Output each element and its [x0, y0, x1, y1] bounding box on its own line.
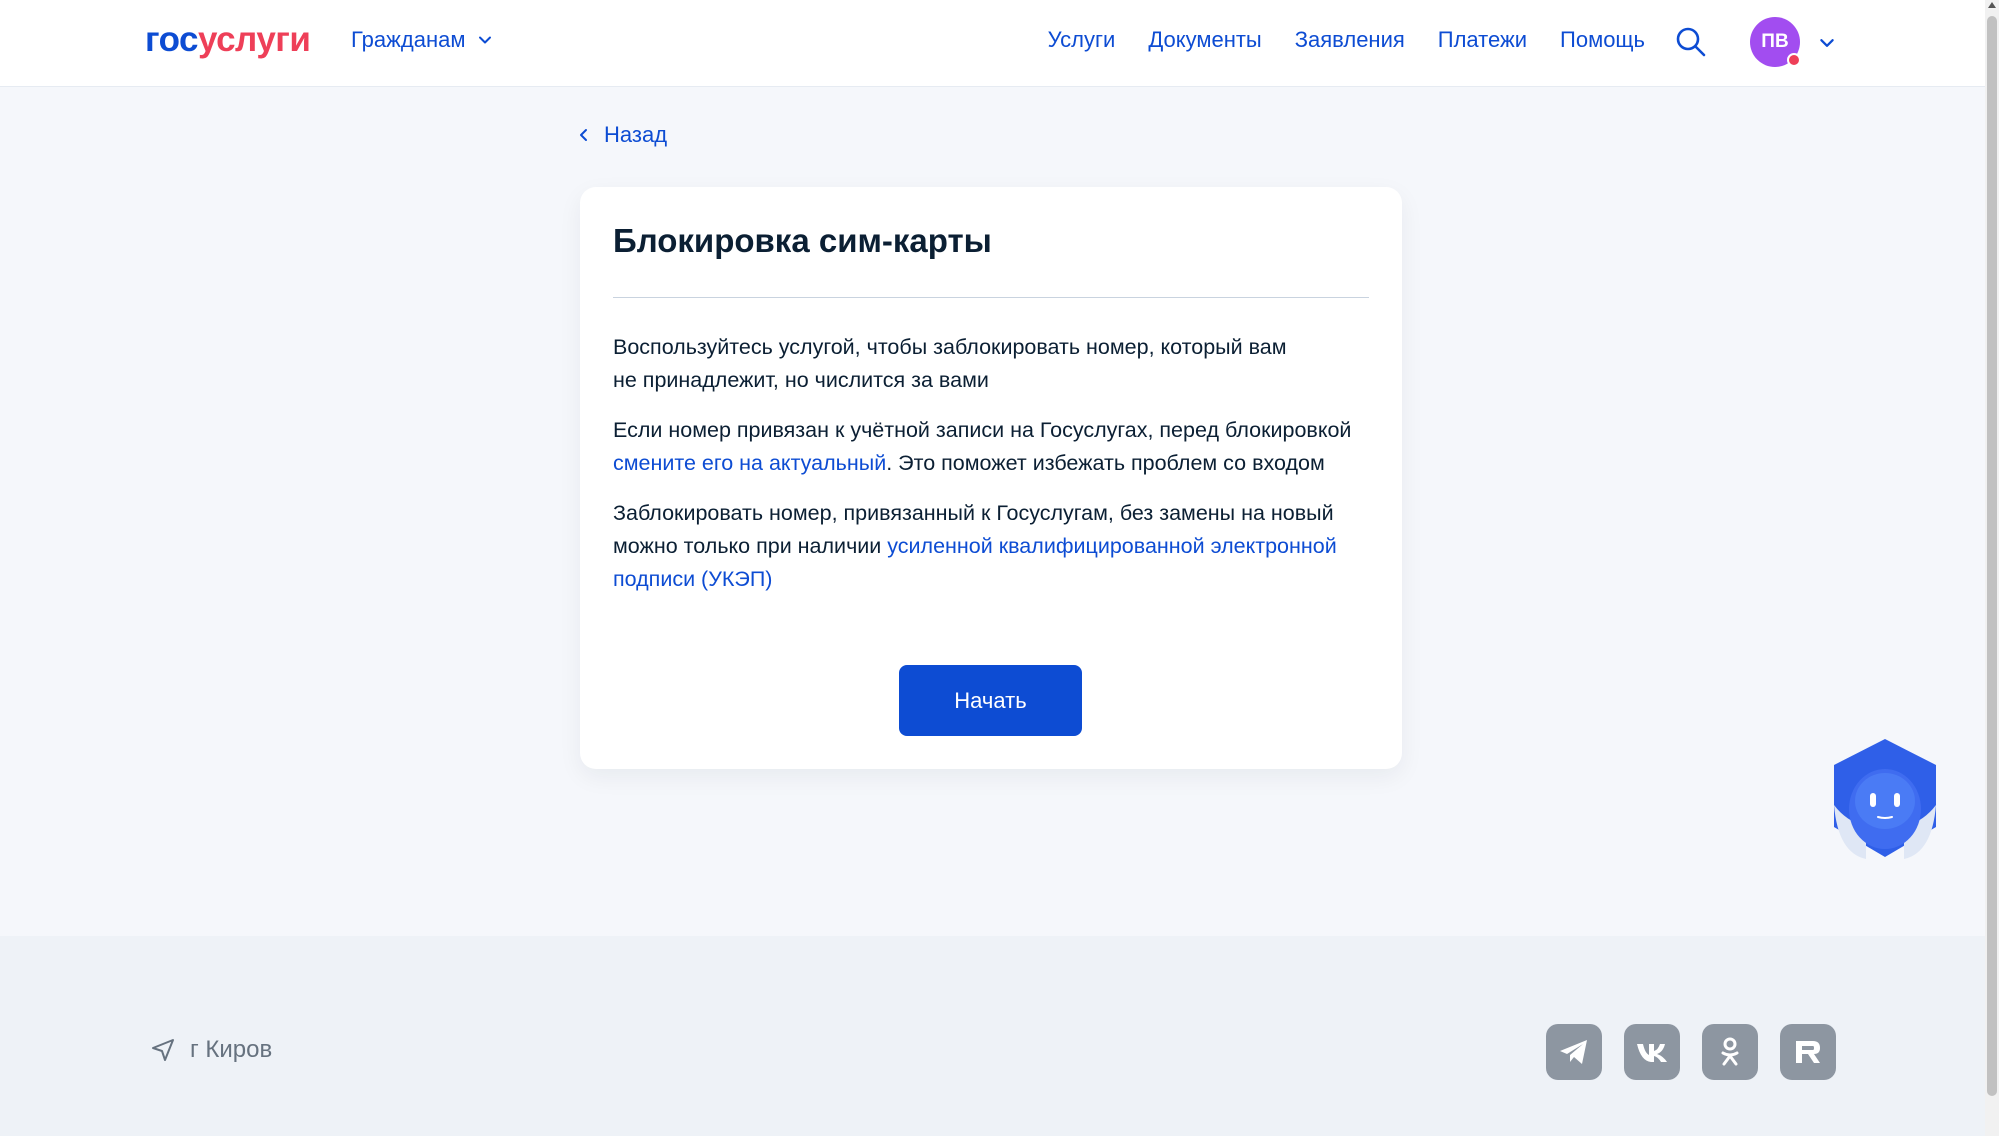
notification-dot	[1787, 53, 1801, 67]
rutube-icon[interactable]	[1780, 1024, 1836, 1080]
audience-label: Гражданам	[351, 27, 466, 52]
back-label: Назад	[604, 122, 668, 147]
assistant-robot-icon[interactable]	[1826, 735, 1944, 863]
main-nav: Услуги Документы Заявления Платежи Помощ…	[1048, 27, 1645, 53]
site-footer: г Киров	[0, 936, 1985, 1136]
paragraph-ukep: Заблокировать номер, привязанный к Госус…	[613, 501, 1337, 591]
nav-services[interactable]: Услуги	[1048, 27, 1116, 53]
site-header: госуслуги Гражданам Услуги Документы Зая…	[0, 0, 1985, 87]
gosuslugi-logo[interactable]: госуслуги	[145, 20, 311, 60]
divider	[613, 297, 1369, 298]
location-selector[interactable]: г Киров	[150, 1036, 272, 1064]
social-links	[1546, 1024, 1836, 1080]
profile-chevron-down-icon[interactable]	[1818, 34, 1836, 52]
location-arrow-icon	[152, 1039, 174, 1061]
nav-payments[interactable]: Платежи	[1438, 27, 1527, 53]
change-number-link[interactable]: смените его на актуальный	[613, 451, 886, 475]
chevron-left-icon	[580, 129, 587, 141]
vk-icon[interactable]	[1624, 1024, 1680, 1080]
nav-help[interactable]: Помощь	[1560, 27, 1645, 53]
vertical-scrollbar[interactable]	[1985, 0, 1999, 1136]
paragraph-intro: Воспользуйтесь услугой, чтобы заблокиров…	[613, 335, 1287, 392]
service-description: Воспользуйтесь услугой, чтобы заблокиров…	[613, 331, 1373, 613]
audience-dropdown[interactable]: Гражданам	[351, 27, 493, 53]
city-label: г Киров	[190, 1036, 273, 1063]
telegram-icon[interactable]	[1546, 1024, 1602, 1080]
chevron-down-icon	[479, 36, 492, 44]
paragraph-change-number: Если номер привязан к учётной записи на …	[613, 418, 1352, 475]
scroll-thumb[interactable]	[1987, 16, 1997, 1096]
nav-applications[interactable]: Заявления	[1295, 27, 1405, 53]
service-card: Блокировка сим-карты Воспользуйтесь услу…	[580, 187, 1402, 769]
nav-documents[interactable]: Документы	[1148, 27, 1261, 53]
scroll-up-arrow-icon[interactable]	[1988, 2, 1996, 8]
start-button[interactable]: Начать	[899, 665, 1082, 736]
ok-icon[interactable]	[1702, 1024, 1758, 1080]
page-title: Блокировка сим-карты	[613, 222, 992, 259]
search-icon[interactable]	[1675, 26, 1707, 58]
back-link[interactable]: Назад	[578, 122, 667, 148]
